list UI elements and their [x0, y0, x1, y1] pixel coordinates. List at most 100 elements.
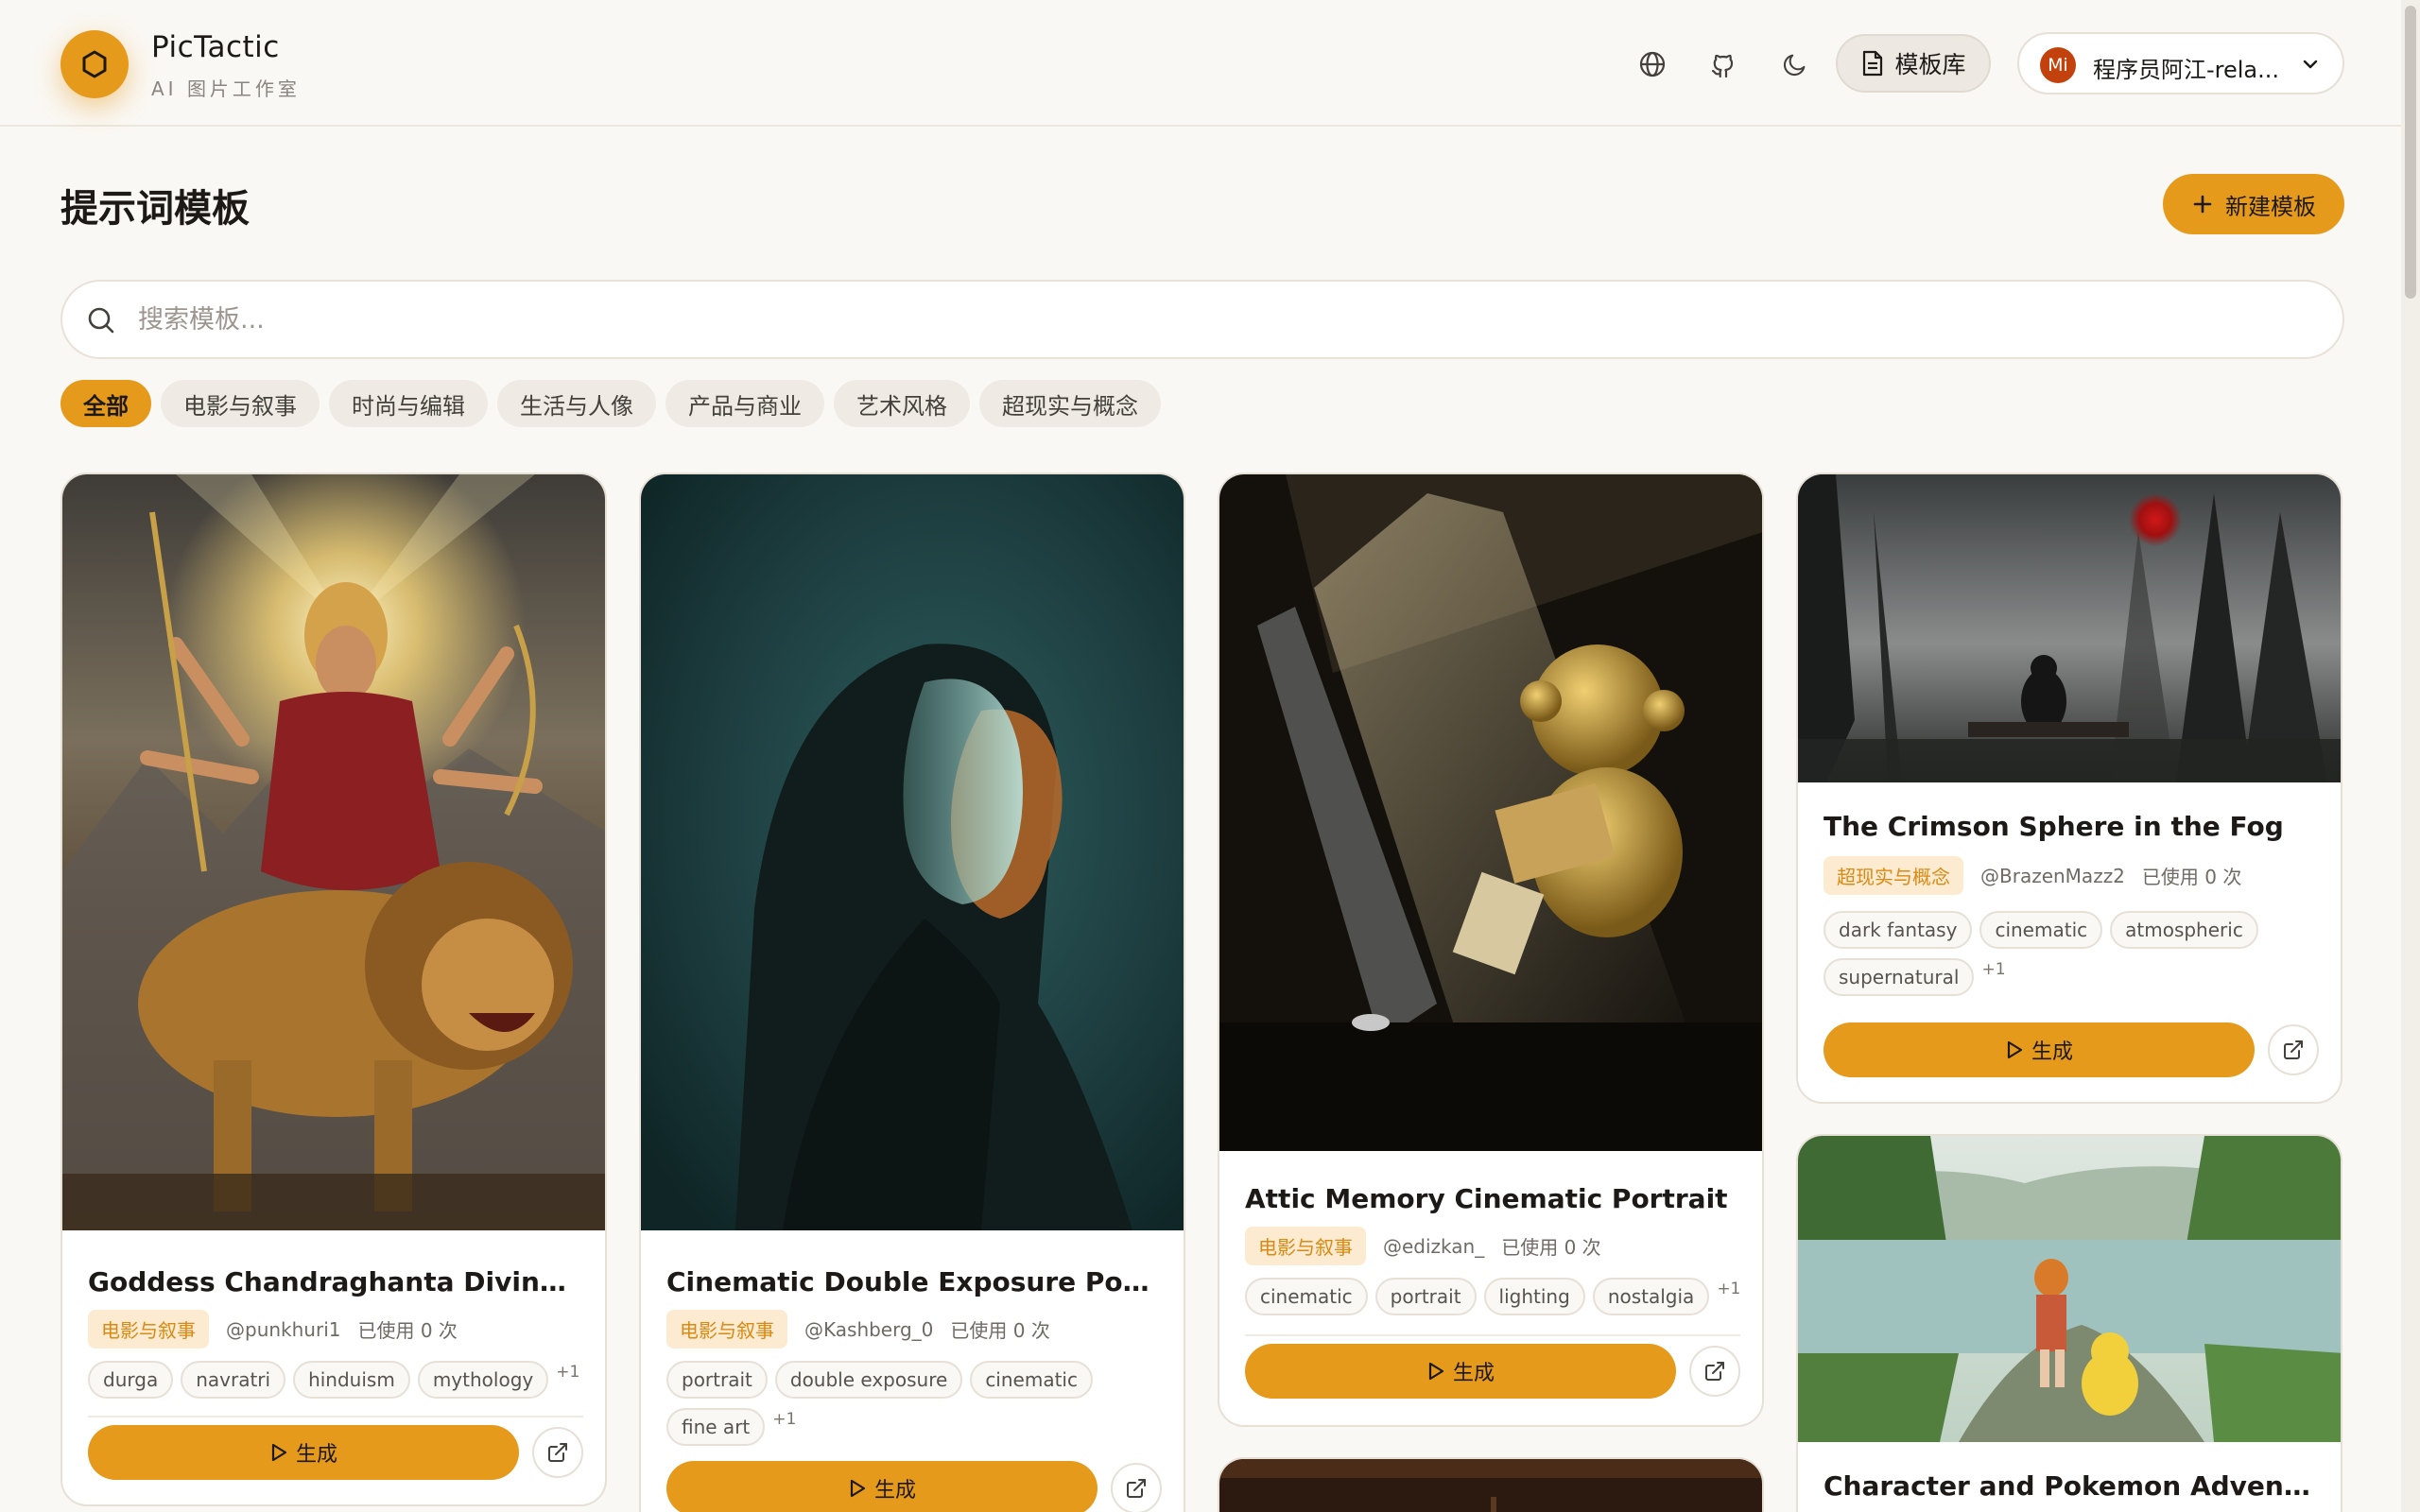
tag[interactable]: portrait [1374, 1278, 1477, 1315]
github-icon[interactable] [1703, 43, 1744, 85]
search-bar [60, 280, 2344, 359]
tag-list: cinematic portrait lighting nostalgia +1 [1245, 1278, 1746, 1315]
generate-button[interactable]: 生成 [666, 1461, 1098, 1512]
template-card[interactable] [1218, 1457, 1764, 1512]
tag[interactable]: portrait [666, 1361, 768, 1399]
tag[interactable]: cinematic [1979, 911, 2103, 949]
category-chip-surreal[interactable]: 超现实与概念 [979, 380, 1161, 427]
generate-label: 生成 [1452, 1362, 1495, 1385]
tag[interactable]: durga [88, 1361, 174, 1399]
author-handle: @punkhuri1 [226, 1317, 341, 1341]
tag[interactable]: hinduism [293, 1361, 410, 1399]
template-image[interactable] [62, 474, 605, 1230]
external-link-icon [1705, 1362, 1724, 1381]
user-name: 程序员阿江-rela... [2093, 57, 2280, 83]
template-image[interactable] [1798, 1136, 2341, 1442]
globe-icon[interactable] [1632, 43, 1673, 85]
tag[interactable]: atmospheric [2110, 911, 2258, 949]
tag[interactable]: cinematic [1245, 1278, 1368, 1315]
tag[interactable]: fine art [666, 1408, 766, 1446]
template-image[interactable] [1219, 474, 1762, 1151]
tag[interactable]: supernatural [1824, 958, 1975, 996]
generate-button[interactable]: 生成 [1245, 1344, 1676, 1399]
more-tags-count: +1 [556, 1363, 580, 1382]
search-input[interactable] [138, 295, 2312, 344]
template-meta: 电影与叙事 @edizkan_ 已使用 0 次 [1245, 1227, 1601, 1265]
external-link-icon [2284, 1040, 2303, 1059]
new-template-label: 新建模板 [2225, 193, 2316, 220]
template-library-label: 模板库 [1894, 51, 1966, 78]
play-icon [850, 1479, 866, 1498]
tag[interactable]: dark fantasy [1824, 911, 1973, 949]
scrollbar-thumb[interactable] [2405, 6, 2416, 299]
generate-button[interactable]: 生成 [1824, 1022, 2255, 1077]
more-tags-count: +1 [1717, 1280, 1741, 1298]
template-title: Attic Memory Cinematic Portrait [1245, 1183, 1728, 1214]
external-link-icon [1127, 1479, 1146, 1498]
template-meta: 电影与叙事 @punkhuri1 已使用 0 次 [88, 1310, 458, 1349]
category-chip-film[interactable]: 电影与叙事 [161, 380, 320, 427]
logo-hexagon-icon[interactable] [60, 30, 129, 98]
template-card[interactable]: Goddess Chandraghanta Divine Portr... 电影… [60, 472, 607, 1506]
template-title: Goddess Chandraghanta Divine Portr... [88, 1266, 583, 1297]
avatar: Mi [2040, 47, 2076, 83]
tag[interactable]: nostalgia [1592, 1278, 1710, 1315]
template-meta: 电影与叙事 @Kashberg_0 已使用 0 次 [666, 1310, 1050, 1349]
generate-label: 生成 [873, 1479, 916, 1503]
usage-count: 已使用 0 次 [2141, 866, 2242, 888]
open-external-button[interactable] [1689, 1346, 1740, 1397]
open-external-button[interactable] [2268, 1024, 2319, 1075]
usage-count: 已使用 0 次 [950, 1319, 1050, 1342]
play-icon [1428, 1362, 1444, 1381]
divider [1245, 1334, 1740, 1336]
tag-list: portrait double exposure cinematic fine … [666, 1361, 1167, 1446]
category-badge[interactable]: 电影与叙事 [88, 1310, 209, 1349]
template-library-button[interactable]: 模板库 [1836, 34, 1991, 93]
generate-button[interactable]: 生成 [88, 1425, 519, 1480]
category-chip-art[interactable]: 艺术风格 [834, 380, 970, 427]
template-image[interactable] [641, 474, 1184, 1230]
category-badge[interactable]: 超现实与概念 [1824, 856, 1963, 895]
generate-label: 生成 [295, 1443, 337, 1467]
tag[interactable]: navratri [181, 1361, 286, 1399]
tag[interactable]: lighting [1483, 1278, 1585, 1315]
category-chip-all[interactable]: 全部 [60, 380, 151, 427]
tag-list: durga navratri hinduism mythology +1 [88, 1361, 589, 1399]
tag-list: dark fantasy cinematic atmospheric super… [1824, 911, 2325, 996]
app-name: PicTactic [151, 30, 280, 64]
user-menu-button[interactable]: Mi 程序员阿江-rela... [2017, 32, 2344, 94]
divider [88, 1416, 583, 1418]
tag[interactable]: mythology [417, 1361, 549, 1399]
category-badge[interactable]: 电影与叙事 [666, 1310, 787, 1349]
more-tags-count: +1 [772, 1410, 797, 1429]
category-chip-fashion[interactable]: 时尚与编辑 [329, 380, 488, 427]
chevron-down-icon [2303, 60, 2318, 69]
external-link-icon [548, 1443, 567, 1462]
open-external-button[interactable] [1111, 1463, 1162, 1512]
template-image[interactable] [1798, 474, 2341, 782]
template-card[interactable]: Cinematic Double Exposure Portrait 电影与叙事… [639, 472, 1185, 1512]
moon-icon[interactable] [1774, 43, 1816, 85]
usage-count: 已使用 0 次 [1501, 1236, 1601, 1259]
template-image[interactable] [1219, 1459, 1762, 1512]
template-title: Character and Pokemon Adventure [1824, 1470, 2319, 1502]
category-chip-product[interactable]: 产品与商业 [666, 380, 824, 427]
category-chip-lifestyle[interactable]: 生活与人像 [497, 380, 656, 427]
template-card[interactable]: The Crimson Sphere in the Fog 超现实与概念 @Br… [1796, 472, 2342, 1104]
template-title: Cinematic Double Exposure Portrait [666, 1266, 1162, 1297]
search-icon [88, 307, 114, 334]
author-handle: @Kashberg_0 [804, 1317, 934, 1341]
tag[interactable]: double exposure [774, 1361, 963, 1399]
page-title: 提示词模板 [60, 187, 250, 231]
tag[interactable]: cinematic [970, 1361, 1093, 1399]
category-badge[interactable]: 电影与叙事 [1245, 1227, 1366, 1265]
more-tags-count: +1 [1981, 960, 2006, 979]
template-card[interactable]: Attic Memory Cinematic Portrait 电影与叙事 @e… [1218, 472, 1764, 1427]
document-icon [1863, 50, 1883, 77]
template-meta: 超现实与概念 @BrazenMazz2 已使用 0 次 [1824, 856, 2241, 895]
new-template-button[interactable]: 新建模板 [2163, 174, 2344, 234]
template-card[interactable]: Character and Pokemon Adventure [1796, 1134, 2342, 1512]
open-external-button[interactable] [532, 1427, 583, 1478]
author-handle: @edizkan_ [1383, 1234, 1485, 1258]
author-handle: @BrazenMazz2 [1980, 864, 2125, 887]
